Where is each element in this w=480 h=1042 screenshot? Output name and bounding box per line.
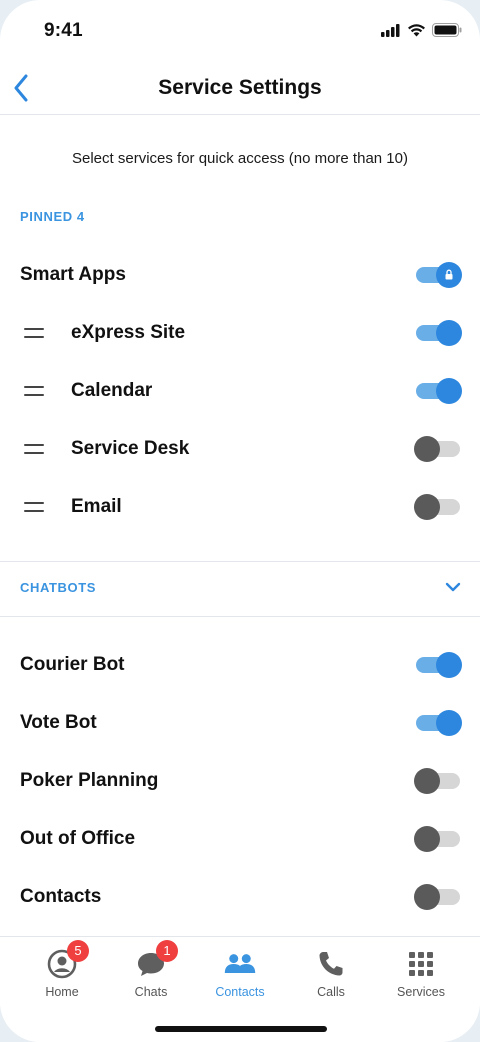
toggle-knob bbox=[436, 262, 462, 288]
lock-icon bbox=[445, 269, 453, 280]
page-title: Service Settings bbox=[158, 76, 322, 99]
toggle-knob bbox=[414, 494, 440, 520]
section-divider bbox=[0, 616, 480, 617]
service-row-calendar: Calendar bbox=[0, 371, 480, 411]
service-label: Out of Office bbox=[20, 828, 136, 849]
toggle-knob bbox=[436, 378, 462, 404]
service-label: Service Desk bbox=[71, 438, 190, 459]
navigation-bar: Service Settings bbox=[0, 60, 480, 115]
service-label: Calendar bbox=[71, 380, 153, 401]
drag-handle-icon[interactable] bbox=[24, 326, 44, 340]
drag-handle-icon[interactable] bbox=[24, 442, 44, 456]
tab-label: Calls bbox=[317, 985, 345, 999]
toggle-knob bbox=[414, 826, 440, 852]
status-icons bbox=[381, 23, 462, 37]
service-label: eXpress Site bbox=[71, 322, 186, 343]
tab-contacts[interactable]: Contacts bbox=[195, 937, 285, 1007]
status-time: 9:41 bbox=[44, 20, 83, 41]
tab-label: Home bbox=[45, 985, 79, 999]
toggle-knob bbox=[414, 436, 440, 462]
poker-planning-toggle[interactable] bbox=[414, 767, 462, 795]
toggle-knob bbox=[436, 320, 462, 346]
service-label: Poker Planning bbox=[20, 770, 159, 791]
tab-home[interactable]: 5 Home bbox=[17, 937, 107, 1007]
battery-icon bbox=[432, 23, 462, 37]
user-circle-icon: 5 bbox=[45, 940, 89, 981]
instructions-text: Select services for quick access (no mor… bbox=[72, 150, 408, 167]
tab-services[interactable]: Services bbox=[376, 937, 466, 1007]
courier-bot-toggle[interactable] bbox=[414, 651, 462, 679]
service-row-poker-planning: Poker Planning bbox=[0, 761, 480, 801]
home-indicator bbox=[155, 1026, 327, 1032]
signal-icon bbox=[381, 23, 400, 37]
contacts-toggle[interactable] bbox=[414, 883, 462, 911]
toggle-knob bbox=[414, 884, 440, 910]
wifi-icon bbox=[408, 24, 425, 37]
phone-screen: 9:41 Service Settings Select services fo… bbox=[0, 0, 480, 1042]
smart-apps-toggle[interactable] bbox=[414, 261, 462, 289]
express-site-toggle[interactable] bbox=[414, 319, 462, 347]
chat-bubble-icon: 1 bbox=[134, 940, 178, 981]
tab-label: Chats bbox=[134, 985, 168, 999]
vote-bot-toggle[interactable] bbox=[414, 709, 462, 737]
chatbots-section-label[interactable]: CHATBOTS bbox=[20, 580, 96, 595]
tab-calls[interactable]: Calls bbox=[286, 937, 376, 1007]
service-row-courier-bot: Courier Bot bbox=[0, 645, 480, 685]
tab-chats[interactable]: 1 Chats bbox=[106, 937, 196, 1007]
tab-label: Contacts bbox=[215, 985, 265, 999]
service-row-contacts: Contacts bbox=[0, 877, 480, 917]
service-desk-toggle[interactable] bbox=[414, 435, 462, 463]
service-row-out-of-office: Out of Office bbox=[0, 819, 480, 859]
out-of-office-toggle[interactable] bbox=[414, 825, 462, 853]
toggle-knob bbox=[414, 768, 440, 794]
service-label: Email bbox=[71, 496, 122, 517]
email-toggle[interactable] bbox=[414, 493, 462, 521]
service-label: Smart Apps bbox=[20, 264, 126, 285]
chats-badge: 1 bbox=[156, 940, 178, 962]
status-bar: 9:41 bbox=[0, 0, 480, 60]
calendar-toggle[interactable] bbox=[414, 377, 462, 405]
service-row-smart-apps: Smart Apps bbox=[0, 255, 480, 295]
chevron-down-icon[interactable] bbox=[444, 580, 462, 594]
service-row-express-site: eXpress Site bbox=[0, 313, 480, 353]
tab-label: Services bbox=[397, 985, 445, 999]
service-row-vote-bot: Vote Bot bbox=[0, 703, 480, 743]
drag-handle-icon[interactable] bbox=[24, 384, 44, 398]
service-row-service-desk: Service Desk bbox=[0, 429, 480, 469]
pinned-section-label: PINNED 4 bbox=[20, 209, 85, 224]
section-divider bbox=[0, 561, 480, 562]
grid-icon bbox=[404, 947, 438, 981]
toggle-knob bbox=[436, 710, 462, 736]
service-label: Vote Bot bbox=[20, 712, 97, 733]
service-label: Courier Bot bbox=[20, 654, 125, 675]
service-row-email: Email bbox=[0, 487, 480, 527]
people-icon bbox=[223, 947, 257, 981]
toggle-knob bbox=[436, 652, 462, 678]
phone-icon bbox=[314, 947, 348, 981]
home-badge: 5 bbox=[67, 940, 89, 962]
service-label: Contacts bbox=[20, 886, 102, 907]
drag-handle-icon[interactable] bbox=[24, 500, 44, 514]
